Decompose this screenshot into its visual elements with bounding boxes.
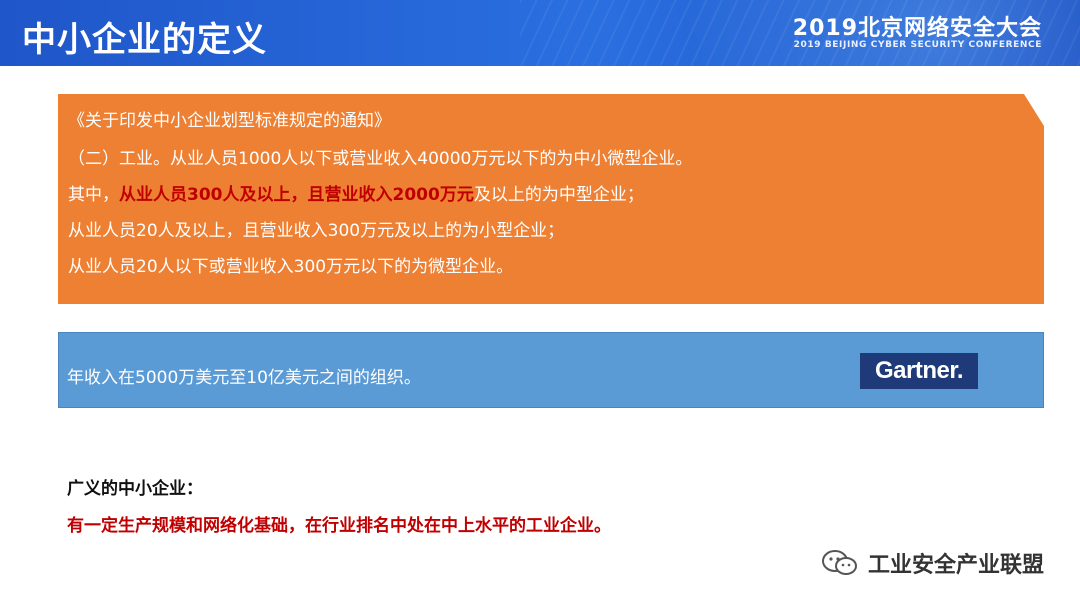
header-banner: 中小企业的定义 2019北京网络安全大会 2019 BEIJING CYBER … <box>0 0 1080 66</box>
regulation-title: 《关于印发中小企业划型标准规定的通知》 <box>68 111 391 131</box>
regulation-definition-box: 《关于印发中小企业划型标准规定的通知》 （二）工业。从业人员1000人以下或营业… <box>58 94 1044 304</box>
page-title: 中小企业的定义 <box>22 20 267 60</box>
industry-definition: （二）工业。从业人员1000人以下或营业收入40000万元以下的为中小微型企业。 <box>68 149 693 169</box>
medium-enterprise-definition: 其中，从业人员300人及以上，且营业收入2000万元及以上的为中型企业； <box>68 180 644 205</box>
medium-prefix: 其中， <box>68 185 119 205</box>
medium-revenue-highlight: 营业收入2000万元 <box>324 185 474 205</box>
gartner-logo: Gartner. <box>860 353 978 389</box>
micro-enterprise-definition: 从业人员20人以下或营业收入300万元以下的为微型企业。 <box>68 257 514 277</box>
watermark-text: 工业安全产业联盟 <box>867 553 1044 578</box>
wechat-icon <box>821 550 857 575</box>
conference-name-cn: 2019北京网络安全大会 <box>792 16 1042 41</box>
conference-name-en: 2019 BEIJING CYBER SECURITY CONFERENCE <box>793 40 1042 50</box>
watermark: 工业安全产业联盟 <box>820 547 1044 579</box>
gartner-definition-box: 年收入在5000万美元至10亿美元之间的组织。 Gartner. <box>58 332 1044 408</box>
gartner-definition-text: 年收入在5000万美元至10亿美元之间的组织。 <box>67 368 421 388</box>
small-enterprise-definition: 从业人员20人及以上，且营业收入300万元及以上的为小型企业； <box>68 221 565 241</box>
broad-definition-heading: 广义的中小企业： <box>67 479 203 499</box>
medium-suffix: 及以上的为中型企业； <box>473 185 644 205</box>
broad-definition-text: 有一定生产规模和网络化基础，在行业排名中处在中上水平的工业企业。 <box>67 516 611 536</box>
medium-conjunction: ，且 <box>290 185 325 205</box>
medium-staff-highlight: 从业人员300人及以上 <box>119 185 291 205</box>
